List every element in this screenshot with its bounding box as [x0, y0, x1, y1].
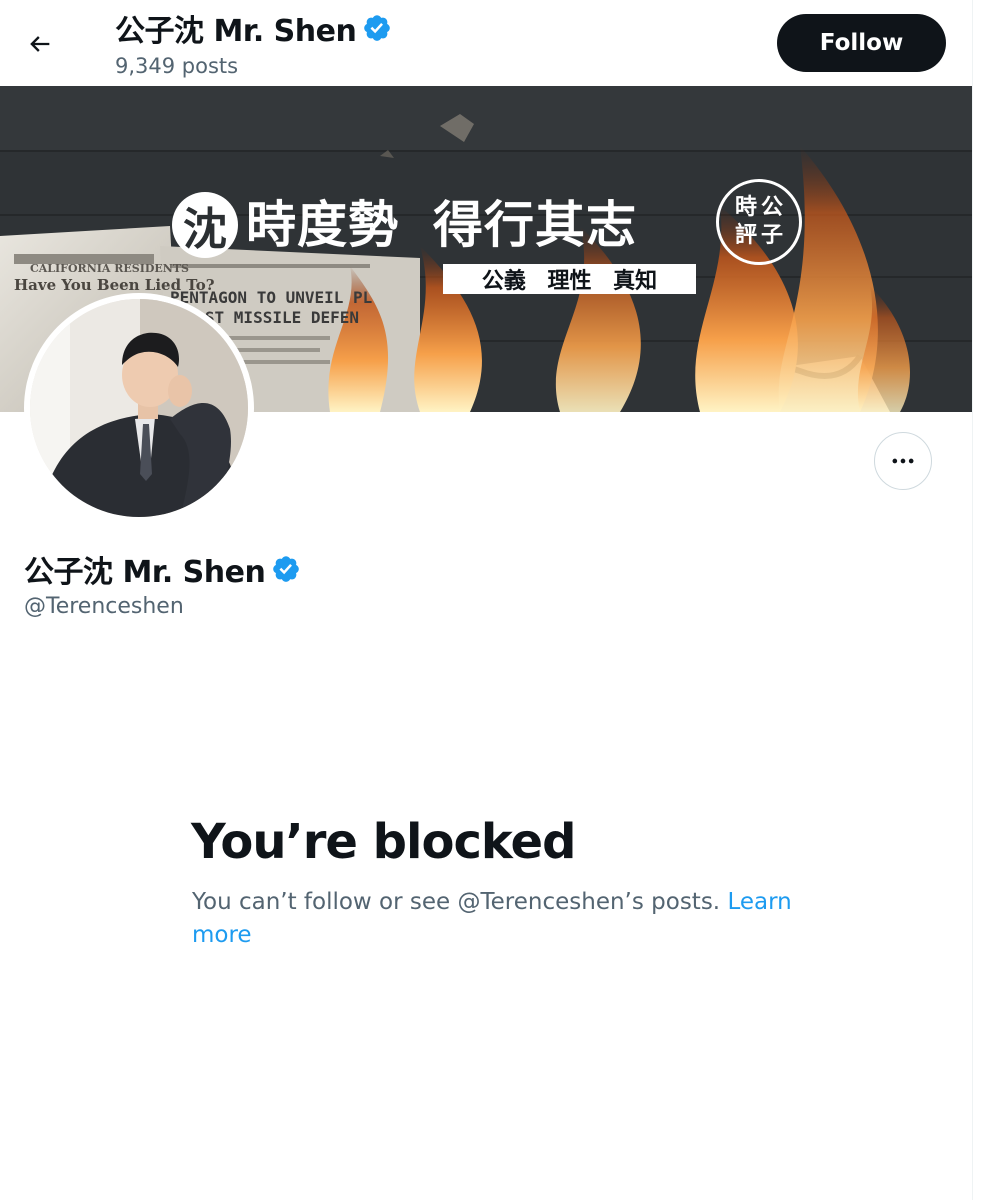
banner-newspaper-headline-3: CALIFORNIA RESIDENTS: [30, 262, 189, 275]
banner-motto: 公義 理性 真知: [443, 264, 696, 294]
profile-handle: @Terenceshen: [24, 594, 184, 619]
back-button[interactable]: [18, 22, 62, 66]
verified-badge-icon[interactable]: [271, 554, 301, 584]
banner-seal: 時 公 評 子: [716, 179, 802, 265]
header-display-name: 公子沈 Mr. Shen: [115, 14, 357, 49]
profile-display-name: 公子沈 Mr. Shen: [24, 555, 266, 590]
banner-newspaper-headline-1: PENTAGON TO UNVEIL PL: [170, 288, 373, 307]
banner-seal-char: 子: [760, 223, 783, 248]
profile-header: 公子沈 Mr. Shen 9,349 posts Follow: [0, 0, 972, 86]
more-horizontal-icon: [892, 458, 914, 464]
blocked-message: You can’t follow or see @Terenceshen’s p…: [192, 886, 792, 952]
banner-seal-char: 公: [760, 195, 783, 220]
banner-slogan: 時度勢 得行其志: [246, 186, 637, 256]
avatar-portrait-illustration: [30, 299, 248, 517]
banner-seal-char: 時: [734, 195, 757, 220]
verified-badge-icon[interactable]: [362, 13, 392, 43]
profile-page: 公子沈 Mr. Shen 9,349 posts Follow CALIFORN…: [0, 0, 972, 1200]
blocked-message-text: You can’t follow or see @Terenceshen’s p…: [192, 889, 721, 915]
arrow-left-icon: [30, 36, 50, 52]
more-options-button[interactable]: [874, 432, 932, 490]
column-divider: [972, 0, 973, 1200]
profile-avatar[interactable]: [24, 293, 254, 523]
profile-name-row: 公子沈 Mr. Shen: [24, 549, 301, 590]
banner-slogan-part2: 得行其志: [433, 196, 637, 254]
follow-button[interactable]: Follow: [777, 14, 946, 72]
banner-seal-char: 評: [734, 223, 757, 248]
banner-logo-badge: 沈: [172, 192, 238, 258]
banner-slogan-part1: 時度勢: [246, 196, 399, 254]
blocked-title: You’re blocked: [191, 814, 576, 870]
post-count: 9,349 posts: [115, 54, 239, 78]
avatar-photo: [30, 299, 248, 517]
header-title: 公子沈 Mr. Shen: [115, 8, 392, 49]
